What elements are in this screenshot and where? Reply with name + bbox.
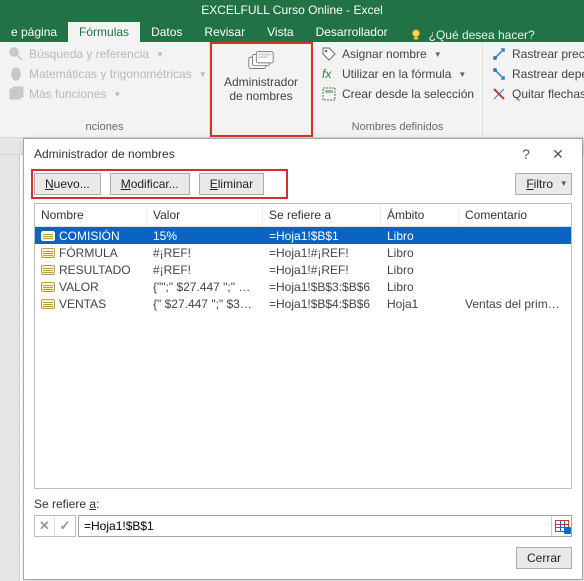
close-button[interactable]: ✕	[542, 141, 574, 167]
row-headers	[0, 155, 20, 581]
table-row[interactable]: RESULTADO#¡REF!=Hoja1!#¡REF!Libro	[35, 261, 571, 278]
ribbon-group-functions: Búsqueda y referencia▼ Matemáticas y tri…	[0, 42, 210, 137]
tab-review[interactable]: Revisar	[193, 22, 256, 42]
fx-icon: fx	[321, 66, 337, 82]
ribbon-tabs: e página Fórmulas Datos Revisar Vista De…	[0, 20, 584, 42]
tab-developer[interactable]: Desarrollador	[305, 22, 399, 42]
math-trig-button[interactable]: Matemáticas y trigonométricas▼	[6, 65, 203, 83]
lookup-icon	[8, 46, 24, 62]
tell-me-placeholder: ¿Qué desea hacer?	[429, 28, 535, 42]
more-icon	[8, 86, 24, 102]
name-tag-icon	[41, 299, 55, 309]
refers-to-section: Se refiere a: ✕ ✓	[24, 489, 582, 539]
trace-dependents-icon	[491, 66, 507, 82]
close-dialog-button[interactable]: Cerrar	[516, 547, 572, 569]
dialog-titlebar: Administrador de nombres ? ✕	[24, 139, 582, 169]
col-scope[interactable]: Ámbito	[381, 204, 459, 226]
new-button[interactable]: NNuevo...uevo...	[34, 173, 101, 195]
range-picker-button[interactable]	[551, 516, 571, 536]
remove-arrows-icon	[491, 86, 507, 102]
table-row[interactable]: COMISIÓN15%=Hoja1!$B$1Libro	[35, 227, 571, 244]
trace-precedents-button[interactable]: Rastrear precedente	[489, 45, 584, 63]
titlebar: EXCELFULL Curso Online - Excel	[0, 0, 584, 20]
name-tag-icon	[41, 231, 55, 241]
name-tag-icon	[41, 282, 55, 292]
ribbon-group-defined-names: Asignar nombre▼ fx Utilizar en la fórmul…	[313, 42, 483, 137]
ribbon-group-name-manager: Administrador de nombres	[210, 42, 313, 137]
name-manager-button[interactable]: Administrador de nombres	[216, 45, 306, 104]
grid-rows[interactable]: COMISIÓN15%=Hoja1!$B$1LibroFÓRMULA#¡REF!…	[35, 227, 571, 488]
remove-arrows-button[interactable]: Quitar flechas▼	[489, 85, 584, 103]
col-value[interactable]: Valor	[147, 204, 263, 226]
names-grid: Nombre Valor Se refiere a Ámbito Comenta…	[34, 203, 572, 489]
cancel-edit-button[interactable]: ✕	[35, 516, 55, 536]
defined-names-group-label: Nombres definidos	[319, 120, 476, 136]
tab-data[interactable]: Datos	[140, 22, 193, 42]
tab-page-layout[interactable]: e página	[0, 22, 68, 42]
chevron-down-icon: ▼	[458, 70, 466, 79]
theta-icon	[8, 66, 24, 82]
dialog-footer: Cerrar	[24, 539, 582, 579]
trace-dependents-button[interactable]: Rastrear dependient	[489, 65, 584, 83]
grid-header: Nombre Valor Se refiere a Ámbito Comenta…	[35, 204, 571, 227]
dialog-title: Administrador de nombres	[34, 147, 175, 161]
chevron-down-icon: ▼	[434, 50, 442, 59]
trace-precedents-icon	[491, 46, 507, 62]
help-button[interactable]: ?	[510, 141, 542, 167]
col-comment[interactable]: Comentario	[459, 204, 571, 226]
more-functions-button[interactable]: Más funciones▼	[6, 85, 203, 103]
refers-to-label: Se refiere a:	[34, 497, 572, 511]
name-manager-dialog: Administrador de nombres ? ✕ NNuevo...ue…	[23, 138, 583, 580]
name-tag-icon	[41, 265, 55, 275]
ribbon-group-audit: Rastrear precedente Rastrear dependient …	[483, 42, 584, 137]
refers-confirm-cancel: ✕ ✓	[34, 515, 76, 537]
tab-formulas[interactable]: Fórmulas	[68, 22, 140, 42]
tag-icon	[321, 46, 337, 62]
delete-button[interactable]: Eliminar	[199, 173, 264, 195]
table-row[interactable]: VALOR{"";" $27.447 ";" $37...=Hoja1!$B$3…	[35, 278, 571, 295]
assign-name-button[interactable]: Asignar nombre▼	[319, 45, 476, 63]
refers-to-input[interactable]	[79, 516, 551, 536]
create-from-selection-button[interactable]: Crear desde la selección	[319, 85, 476, 103]
refers-to-input-wrapper	[78, 515, 572, 537]
tab-view[interactable]: Vista	[256, 22, 304, 42]
app-title: EXCELFULL Curso Online - Excel	[201, 3, 383, 17]
table-row[interactable]: FÓRMULA#¡REF!=Hoja1!#¡REF!Libro	[35, 244, 571, 261]
range-picker-icon	[555, 520, 569, 532]
name-manager-icon	[246, 49, 276, 73]
table-row[interactable]: VENTAS{" $27.447 ";" $37.86...=Hoja1!$B$…	[35, 295, 571, 312]
use-in-formula-button[interactable]: fx Utilizar en la fórmula▼	[319, 65, 476, 83]
name-tag-icon	[41, 248, 55, 258]
functions-group-label: nciones	[6, 120, 203, 136]
bulb-icon	[409, 28, 423, 42]
lookup-reference-button[interactable]: Búsqueda y referencia▼	[6, 45, 203, 63]
col-refers[interactable]: Se refiere a	[263, 204, 381, 226]
filter-button[interactable]: Filtro	[515, 173, 572, 195]
svg-text:fx: fx	[322, 67, 332, 81]
tell-me[interactable]: ¿Qué desea hacer?	[409, 28, 535, 42]
dialog-toolbar: NNuevo...uevo... Modificar... Eliminar F…	[24, 169, 582, 203]
chevron-down-icon: ▼	[113, 90, 121, 99]
confirm-edit-button[interactable]: ✓	[55, 516, 75, 536]
col-name[interactable]: Nombre	[35, 204, 147, 226]
modify-button[interactable]: Modificar...	[110, 173, 190, 195]
chevron-down-icon: ▼	[199, 70, 207, 79]
ribbon: Búsqueda y referencia▼ Matemáticas y tri…	[0, 42, 584, 138]
chevron-down-icon: ▼	[156, 50, 164, 59]
selection-icon	[321, 86, 337, 102]
